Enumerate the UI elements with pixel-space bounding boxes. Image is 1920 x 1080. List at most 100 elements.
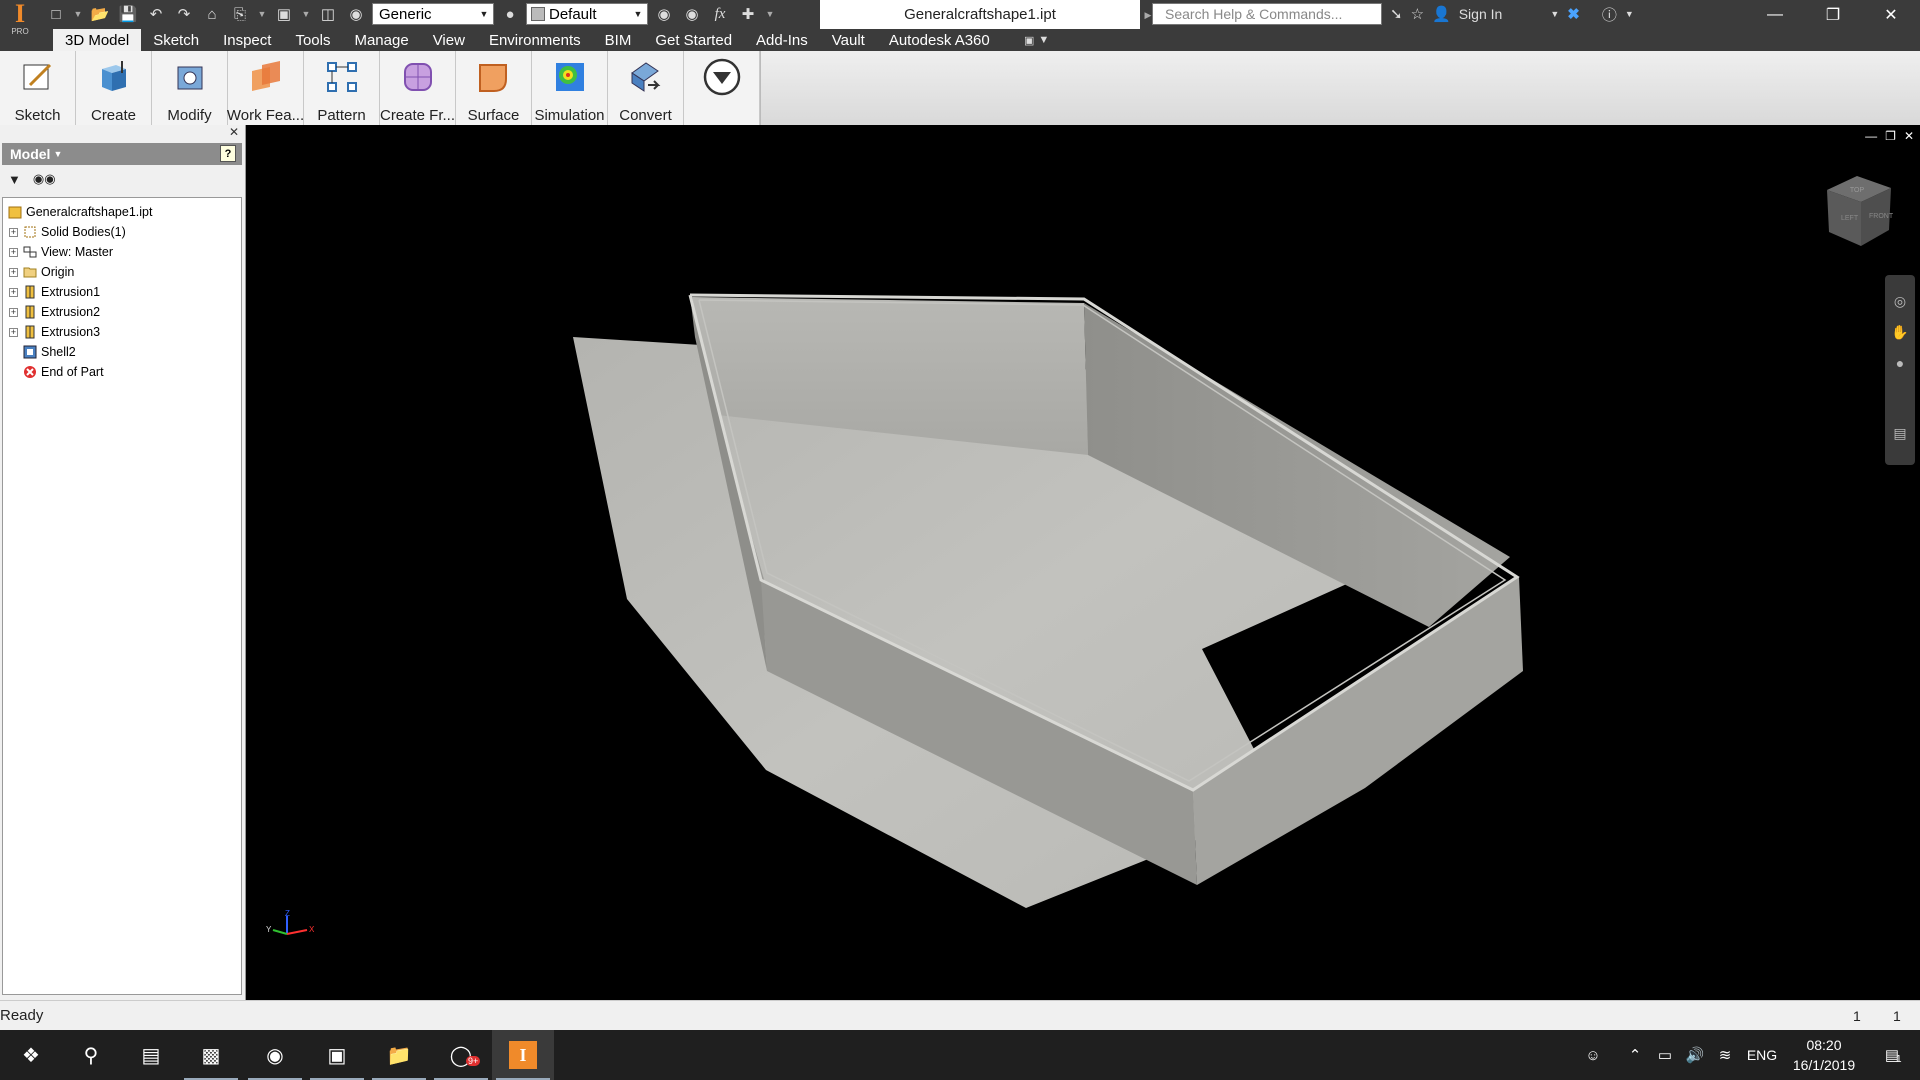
new-file-icon[interactable]: □ (44, 3, 68, 25)
open-file-icon[interactable]: 📂 (88, 3, 112, 25)
taskbar-file-explorer-icon[interactable]: 📁 (368, 1030, 430, 1080)
browser-header[interactable]: Model ▼ ? (2, 143, 242, 165)
tab-manage[interactable]: Manage (342, 29, 420, 51)
ribbon-button-modify[interactable]: Modify (152, 51, 228, 125)
find-binoculars-icon[interactable]: ◉◉ (33, 171, 56, 187)
volume-icon[interactable]: 🔊 (1680, 1046, 1710, 1064)
tab-sketch[interactable]: Sketch (141, 29, 211, 51)
steering-wheel-icon[interactable]: ◎ (1894, 293, 1906, 310)
tab-add-ins[interactable]: Add-Ins (744, 29, 820, 51)
redo-icon[interactable]: ↷ (172, 3, 196, 25)
ribbon-more-button[interactable] (684, 51, 760, 125)
material-dropdown[interactable]: Generic ▼ (372, 3, 494, 25)
pan-hand-icon[interactable]: ✋ (1891, 324, 1908, 341)
expand-plus-icon[interactable]: + (9, 307, 18, 317)
tab-vault[interactable]: Vault (820, 29, 877, 51)
search-icon[interactable]: ⚲ (60, 1030, 122, 1080)
action-center-icon[interactable]: ▤ 1 (1864, 1046, 1920, 1065)
tab-environments[interactable]: Environments (477, 29, 593, 51)
ribbon-button-surface[interactable]: Surface (456, 51, 532, 125)
tab-view[interactable]: View (421, 29, 477, 51)
taskbar-chrome-icon[interactable]: ◉ (244, 1030, 306, 1080)
print-dropdown-icon[interactable]: ▼ (256, 3, 268, 25)
customize-dropdown-icon[interactable]: ▼ (764, 3, 776, 25)
browser-help-icon[interactable]: ? (220, 145, 236, 162)
tab-bim[interactable]: BIM (593, 29, 644, 51)
people-icon[interactable]: ☺ (1578, 1047, 1608, 1064)
view-face-icon[interactable]: ▤ (1893, 425, 1906, 442)
ribbon-button-simulation[interactable]: Simulation (532, 51, 608, 125)
battery-icon[interactable]: ▭ (1650, 1046, 1680, 1064)
network-wifi-icon[interactable]: ≋ (1710, 1046, 1740, 1064)
tab-get-started[interactable]: Get Started (643, 29, 744, 51)
start-windows-icon[interactable]: ❖ (0, 1030, 62, 1080)
expand-plus-icon[interactable]: + (9, 267, 18, 277)
expand-plus-icon[interactable]: + (9, 227, 18, 237)
minimize-icon[interactable]: — (1746, 0, 1804, 29)
filter-icon[interactable]: ▼ (8, 172, 21, 187)
zoom-icon[interactable]: ● (1896, 355, 1904, 371)
tree-item[interactable]: + Solid Bodies(1) (3, 222, 241, 242)
ribbon-button-create-freeform[interactable]: Create Fr... (380, 51, 456, 125)
expand-plus-icon[interactable]: + (9, 247, 18, 257)
select-dropdown-icon[interactable]: ▼ (300, 3, 312, 25)
appearance-dropdown[interactable]: Default ▼ (526, 3, 648, 25)
save-icon[interactable]: 💾 (116, 3, 140, 25)
autodesk-exchange-icon[interactable]: ✖ (1567, 5, 1580, 23)
tree-item[interactable]: + Extrusion2 (3, 302, 241, 322)
ribbon-button-convert[interactable]: Convert (608, 51, 684, 125)
show-hidden-icons-chevron-icon[interactable]: ⌃ (1620, 1046, 1650, 1064)
tab-3d-model[interactable]: 3D Model (53, 29, 142, 51)
tree-item[interactable]: + Origin (3, 262, 241, 282)
tree-item[interactable]: Shell2 (3, 342, 241, 362)
taskbar-discord-icon[interactable]: ◯ 9+ (430, 1030, 492, 1080)
clock[interactable]: 08:20 16/1/2019 (1784, 1035, 1864, 1075)
ribbon-button-sketch[interactable]: Sketch (0, 51, 76, 125)
help-icon[interactable]: ⓘ (1602, 4, 1617, 25)
undo-icon[interactable]: ↶ (144, 3, 168, 25)
tab-autodesk-a360[interactable]: Autodesk A360 (877, 29, 1002, 51)
appearance-sphere-icon[interactable]: ● (498, 3, 522, 25)
ribbon-button-create[interactable]: Create (76, 51, 152, 125)
material-globe-icon[interactable]: ◉ (344, 3, 368, 25)
tree-item[interactable]: End of Part (3, 362, 241, 382)
taskbar-inventor-icon[interactable]: I (492, 1030, 554, 1080)
close-icon[interactable]: ✕ (1862, 0, 1920, 29)
taskbar-app-green-icon[interactable]: ▣ (306, 1030, 368, 1080)
tree-item[interactable]: + View: Master (3, 242, 241, 262)
task-view-icon[interactable]: ▤ (120, 1030, 182, 1080)
select-icon[interactable]: ▣ (272, 3, 296, 25)
print-icon[interactable]: ⎘ (228, 3, 252, 25)
adjust-appearance-icon[interactable]: ◉ (652, 3, 676, 25)
expand-plus-icon[interactable]: + (9, 327, 18, 337)
browser-close-icon[interactable]: ✕ (229, 125, 239, 139)
sign-in-link[interactable]: Sign In (1459, 6, 1503, 22)
add-icon[interactable]: ✚ (736, 3, 760, 25)
taskbar-app-contacts-icon[interactable]: ▩ (180, 1030, 242, 1080)
viewcube[interactable]: TOP LEFT FRONT (1817, 170, 1897, 250)
application-menu-button[interactable]: I PRO (0, 0, 40, 38)
sign-in-dropdown-icon[interactable]: ▼ (1550, 9, 1559, 19)
communication-center-icon[interactable]: ➘ (1390, 5, 1403, 23)
help-dropdown-icon[interactable]: ▼ (1625, 9, 1634, 19)
tab-tools[interactable]: Tools (283, 29, 342, 51)
new-dropdown-icon[interactable]: ▼ (72, 3, 84, 25)
clear-appearance-icon[interactable]: ◉ (680, 3, 704, 25)
part-model-render[interactable] (247, 125, 1920, 1000)
expand-plus-icon[interactable]: + (9, 287, 18, 297)
ribbon-display-options[interactable]: ▣ ▼ (1024, 32, 1064, 48)
home-icon[interactable]: ⌂ (200, 3, 224, 25)
tree-item[interactable]: + Extrusion3 (3, 322, 241, 342)
favorites-star-icon[interactable]: ☆ (1411, 5, 1424, 23)
tree-item[interactable]: + Extrusion1 (3, 282, 241, 302)
tree-item[interactable]: Generalcraftshape1.ipt (3, 202, 241, 222)
ribbon-button-work-features[interactable]: Work Fea... (227, 51, 304, 125)
graphics-viewport[interactable]: — ❐ ✕ TOP LEFT FRONT ◎ ✋ ● ▤ Z X Y (247, 125, 1920, 1000)
input-language[interactable]: ENG (1740, 1047, 1784, 1063)
parameters-button[interactable]: fx (708, 3, 732, 25)
tab-inspect[interactable]: Inspect (211, 29, 283, 51)
ribbon-button-pattern[interactable]: Pattern (304, 51, 380, 125)
search-input[interactable]: Search Help & Commands... (1152, 3, 1382, 25)
restore-icon[interactable]: ❐ (1804, 0, 1862, 29)
update-icon[interactable]: ◫ (316, 3, 340, 25)
